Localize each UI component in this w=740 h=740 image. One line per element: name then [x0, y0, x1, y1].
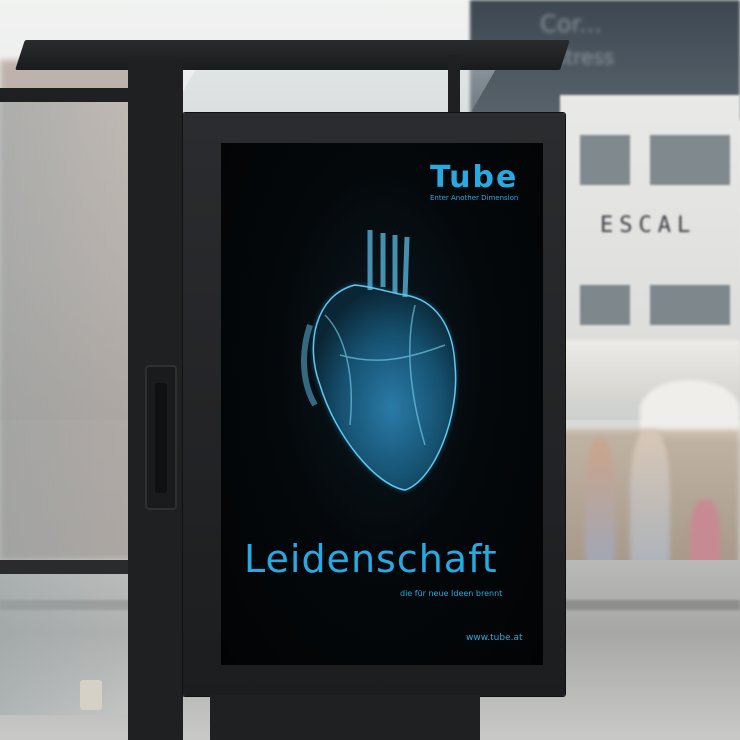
shelter-bench [0, 560, 130, 574]
building-window [580, 135, 630, 185]
heart-illustration-icon [300, 230, 457, 491]
building-window [580, 285, 630, 325]
cabinet-handle [145, 365, 177, 510]
poster-base [210, 695, 480, 740]
building-window [650, 285, 730, 325]
shelter-beam [0, 88, 150, 102]
logo-wordmark: Tube [430, 160, 519, 195]
tube-logo: Tube Enter Another Dimension [430, 160, 530, 203]
background-person [630, 430, 670, 580]
bus-shelter-scene: Cor... stress ESCAL Tube Enter Another D… [0, 0, 740, 740]
shelter-roof [15, 40, 570, 70]
cabinet-handle-grip [155, 383, 167, 493]
poster-headline: Leidenschaft [244, 537, 498, 581]
poster-url: www.tube.at [466, 633, 523, 643]
building-window [650, 135, 730, 185]
poster-subline: die für neue Ideen brennt [400, 589, 503, 598]
background-person [585, 440, 615, 570]
trash-bin [80, 680, 102, 710]
logo-tagline: Enter Another Dimension [430, 194, 519, 202]
storefront-sign: ESCAL [600, 213, 697, 238]
shelter-glass-panel [0, 95, 132, 715]
billboard-text-1: Cor... [540, 10, 602, 38]
